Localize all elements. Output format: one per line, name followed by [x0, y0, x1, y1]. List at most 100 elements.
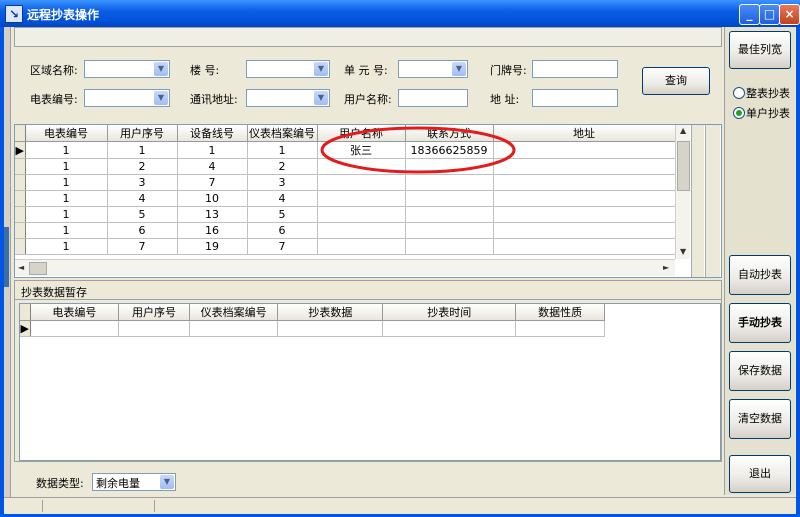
table-cell[interactable]: [405, 206, 494, 223]
table-cell[interactable]: 1: [177, 141, 248, 159]
table-cell[interactable]: [493, 174, 676, 191]
table-cell[interactable]: 5: [107, 206, 178, 223]
scroll-down-icon[interactable]: ▼: [680, 247, 686, 256]
column-header[interactable]: 用户序号: [118, 304, 190, 321]
scroll-left-icon[interactable]: ◄: [18, 263, 24, 272]
table-cell[interactable]: 1: [247, 141, 318, 159]
minimize-button[interactable]: _: [739, 4, 760, 25]
table-cell[interactable]: [30, 320, 120, 337]
clear-data-button[interactable]: 清空数据: [729, 399, 791, 439]
table-row[interactable]: 1 6 16 6: [15, 222, 676, 239]
column-header[interactable]: 数据性质: [515, 304, 605, 321]
table-cell[interactable]: [277, 320, 384, 337]
table-cell[interactable]: [493, 206, 676, 223]
table-cell[interactable]: 1: [25, 141, 108, 159]
table-cell[interactable]: 1: [25, 174, 108, 191]
close-button[interactable]: ×: [779, 4, 800, 25]
area-select[interactable]: ▼: [84, 60, 170, 78]
table-cell[interactable]: 6: [247, 222, 318, 239]
table-cell[interactable]: 4: [107, 190, 178, 207]
username-input[interactable]: [398, 89, 468, 107]
table-cell[interactable]: 5: [247, 206, 318, 223]
row-header[interactable]: [15, 238, 26, 255]
scroll-thumb[interactable]: [677, 141, 690, 191]
column-header[interactable]: 电表编号: [30, 304, 120, 321]
column-header[interactable]: 抄表时间: [382, 304, 517, 321]
save-data-button[interactable]: 保存数据: [729, 351, 791, 391]
splitter-handle[interactable]: [4, 227, 9, 287]
table-cell[interactable]: 7: [107, 238, 178, 255]
meter-select[interactable]: ▼: [84, 89, 170, 107]
table-cell[interactable]: [493, 190, 676, 207]
table-cell[interactable]: [493, 222, 676, 239]
table-cell[interactable]: 1: [25, 190, 108, 207]
table-cell[interactable]: [189, 320, 279, 337]
table-cell[interactable]: [405, 238, 494, 255]
table-cell[interactable]: [493, 141, 676, 159]
table-cell[interactable]: 1: [25, 158, 108, 175]
table-row[interactable]: ▶: [20, 320, 605, 337]
door-input[interactable]: [532, 60, 618, 78]
row-header[interactable]: [15, 174, 26, 191]
column-header[interactable]: 地址: [493, 125, 676, 142]
data-type-select[interactable]: 剩余电量 ▼: [92, 473, 176, 491]
query-button[interactable]: 查询: [642, 67, 710, 95]
maximize-button[interactable]: □: [759, 4, 780, 25]
table-cell[interactable]: 1: [25, 222, 108, 239]
comm-select[interactable]: ▼: [246, 89, 330, 107]
table-cell[interactable]: 7: [247, 238, 318, 255]
unit-select[interactable]: ▼: [398, 60, 468, 78]
column-header[interactable]: 电表编号: [25, 125, 108, 142]
auto-read-button[interactable]: 自动抄表: [729, 255, 791, 295]
row-header[interactable]: [15, 222, 26, 239]
table-row[interactable]: 1 4 10 4: [15, 190, 676, 207]
scroll-right-icon[interactable]: ►: [663, 263, 669, 272]
manual-read-button[interactable]: 手动抄表: [729, 303, 791, 343]
exit-button[interactable]: 退出: [729, 455, 791, 493]
table-cell[interactable]: 16: [177, 222, 248, 239]
table-cell[interactable]: [493, 158, 676, 175]
column-header[interactable]: 仪表档案编号: [247, 125, 318, 142]
table-cell[interactable]: 3: [247, 174, 318, 191]
table-cell[interactable]: [405, 222, 494, 239]
table-cell[interactable]: 2: [107, 158, 178, 175]
radio-single-user[interactable]: [733, 107, 745, 119]
table-cell[interactable]: [317, 222, 406, 239]
table-cell[interactable]: 7: [177, 174, 248, 191]
table-cell[interactable]: 4: [177, 158, 248, 175]
row-header[interactable]: [15, 206, 26, 223]
table-cell[interactable]: 13: [177, 206, 248, 223]
row-header[interactable]: [15, 190, 26, 207]
table-cell[interactable]: [493, 238, 676, 255]
h-scroll-thumb[interactable]: [29, 262, 47, 275]
scroll-up-icon[interactable]: ▲: [680, 126, 686, 135]
table-cell[interactable]: 6: [107, 222, 178, 239]
table-cell[interactable]: 3: [107, 174, 178, 191]
table-cell[interactable]: 1: [25, 206, 108, 223]
table-row[interactable]: 1 7 19 7: [15, 238, 676, 255]
table-cell[interactable]: 2: [247, 158, 318, 175]
table-cell[interactable]: 4: [247, 190, 318, 207]
radio-whole-meter[interactable]: [733, 87, 745, 99]
table-cell[interactable]: 19: [177, 238, 248, 255]
row-pointer-icon[interactable]: ▶: [15, 141, 26, 159]
table-cell[interactable]: [317, 206, 406, 223]
best-width-button[interactable]: 最佳列宽: [729, 31, 791, 69]
table-cell[interactable]: 10: [177, 190, 248, 207]
table-row[interactable]: 1 5 13 5: [15, 206, 676, 223]
table-cell[interactable]: [118, 320, 190, 337]
table-cell[interactable]: [317, 238, 406, 255]
column-header[interactable]: 抄表数据: [277, 304, 384, 321]
row-header[interactable]: [15, 158, 26, 175]
table-cell[interactable]: 1: [107, 141, 178, 159]
table-cell[interactable]: 1: [25, 238, 108, 255]
table-cell[interactable]: [317, 190, 406, 207]
address-input[interactable]: [532, 89, 618, 107]
column-header[interactable]: 仪表档案编号: [189, 304, 279, 321]
table-cell[interactable]: [382, 320, 517, 337]
table-cell[interactable]: [405, 190, 494, 207]
building-select[interactable]: ▼: [246, 60, 330, 78]
horizontal-scrollbar[interactable]: ◄ ►: [15, 259, 675, 276]
column-header[interactable]: 设备线号: [177, 125, 248, 142]
table-cell[interactable]: [515, 320, 605, 337]
